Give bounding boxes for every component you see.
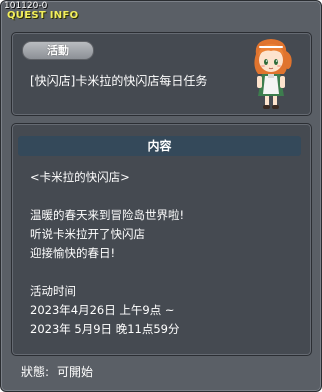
- quest-status: 狀態: 可開始: [21, 363, 101, 380]
- window-title: QUEST INFO: [7, 10, 79, 21]
- quest-info-window: 101120-0 QUEST INFO 活動 [快闪店]卡米拉的快闪店每日任务: [0, 0, 322, 392]
- event-badge: 活動: [22, 41, 94, 60]
- description-line: <卡米拉的快闪店>: [30, 170, 130, 184]
- description-line: 温暖的春天来到冒险岛世界啦!: [30, 208, 185, 222]
- status-label: 狀態:: [21, 365, 50, 379]
- event-end-date: 2023年 5月9日 晚11点59分: [30, 322, 180, 336]
- quest-description: <卡米拉的快闪店> 温暖的春天来到冒险岛世界啦! 听说卡米拉开了快闪店 迎接愉快…: [30, 168, 300, 339]
- quest-summary-panel: 活動 [快闪店]卡米拉的快闪店每日任务: [11, 32, 312, 116]
- status-value: 可開始: [57, 365, 94, 379]
- quest-name: [快闪店]卡米拉的快闪店每日任务: [30, 74, 208, 88]
- content-section-header: 内容: [18, 136, 301, 156]
- quest-content-panel: 内容 <卡米拉的快闪店> 温暖的春天来到冒险岛世界啦! 听说卡米拉开了快闪店 迎…: [11, 123, 312, 356]
- npc-girl-icon: [254, 39, 292, 109]
- event-period-label: 活动时间: [30, 284, 76, 298]
- description-line: 听说卡米拉开了快闪店: [30, 227, 145, 241]
- event-start-date: 2023年4月26日 上午9点 ~: [30, 303, 175, 317]
- description-line: 迎接愉快的春日!: [30, 246, 116, 260]
